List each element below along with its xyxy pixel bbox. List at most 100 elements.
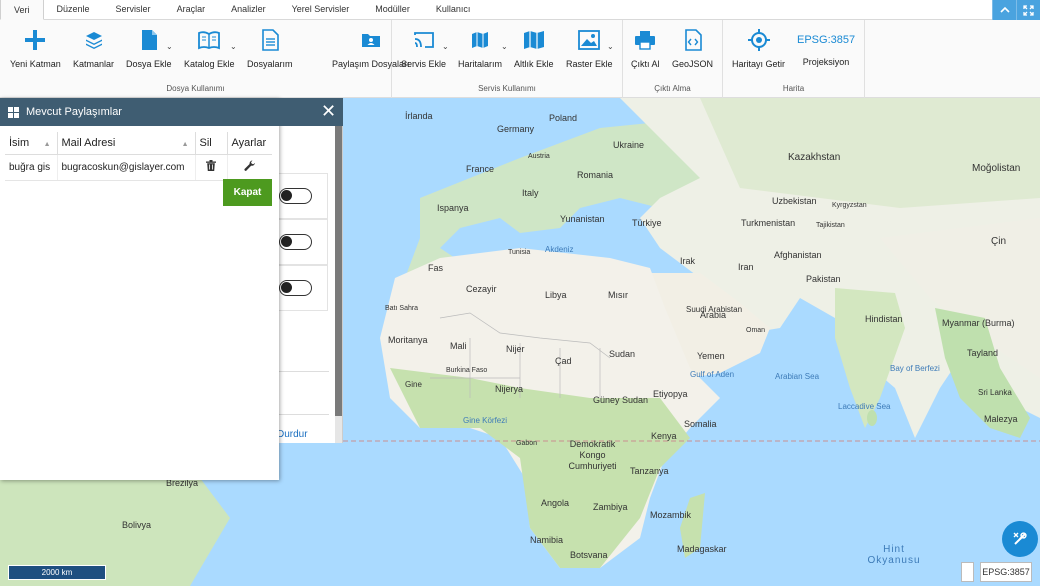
map-icon [472,32,488,48]
dialog-header: Mevcut Paylaşımlar ✕ [0,98,343,126]
map-label: Fas [428,263,444,273]
sort-icon: ▲ [43,141,51,148]
map-label: Mısır [608,290,628,300]
shares-table: İsim ▲ Mail Adresi ▲ Sil Ayarlar buğra gis… [5,132,272,181]
chevron-down-icon[interactable]: ⌄ [166,42,173,51]
map-label: Cezayir [466,284,497,294]
map-label: France [466,164,495,174]
durdur-link[interactable]: Durdur [277,429,308,440]
dosyalarim-button[interactable]: Dosyalarım [247,28,293,69]
chevron-down-icon[interactable]: ⌄ [501,42,508,51]
map-label: Tanzanya [630,466,669,476]
yeni-katman-button[interactable]: Yeni Katman [10,28,61,69]
tab-yerel-servisler[interactable]: Yerel Servisler [279,0,363,19]
map-label: Bolivya [122,520,152,530]
map-label: Kazakhstan [788,152,841,163]
map-label: Afghanistan [774,250,822,260]
shares-dialog: Mevcut Paylaşımlar ✕ İsim ▲ Mail Adresi ▲ … [0,98,343,480]
column-header-isim[interactable]: İsim ▲ [5,132,58,155]
map-label: Zambiya [593,502,628,512]
map-label: Kyrgyzstan [832,202,867,209]
chevron-down-icon[interactable]: ⌄ [607,42,614,51]
kapat-button[interactable]: Kapat [223,179,272,206]
visibility-toggle[interactable] [279,234,312,250]
epsg-code: EPSG:3857 [797,34,856,46]
tools-fab-button[interactable] [1002,521,1038,557]
map-label: Namibia [530,535,564,545]
tab-bar: Veri Düzenle Servisler Araçlar Analizler… [0,0,1040,20]
katalog-ekle-button[interactable]: Katalog Ekle [184,28,235,69]
close-icon[interactable]: ✕ [321,102,336,120]
map-label: Demokratik Kongo Cumhuriyeti [568,439,617,471]
layers-icon [85,32,102,49]
tab-kullanici[interactable]: Kullanıcı [423,0,484,19]
tools-icon [1013,532,1027,545]
cikti-al-button[interactable]: Çıktı Al [631,28,660,69]
map-label: Austria [528,153,550,160]
tab-araclar[interactable]: Araçlar [164,0,219,19]
chevron-up-icon [999,6,1010,13]
sea-label: Gine Körfezi [463,416,508,425]
map-label: Güney Sudan [593,395,649,405]
visibility-toggle[interactable] [279,280,312,296]
settings-button[interactable] [227,154,272,181]
map-label: Oman [746,327,766,334]
map-label: Gine [405,380,422,389]
map-label: Nijerya [495,384,524,394]
altlik-ekle-button[interactable]: Altlık Ekle [514,28,554,69]
dosya-ekle-button[interactable]: Dosya Ekle [126,28,172,69]
tab-duzenle[interactable]: Düzenle [44,0,103,19]
map-label: Turkmenistan [741,218,796,228]
map-label: Yunanistan [560,214,605,224]
cell-email: bugracoskun@gislayer.com [57,154,196,181]
plus-icon [25,30,46,50]
geojson-button[interactable]: GeoJSON [672,28,713,69]
dosya-ekle-label: Dosya Ekle [126,59,172,69]
map-label: Yemen [697,351,725,361]
group-cikti-alma: Çıktı Al GeoJSON Çıktı Alma [623,20,723,98]
group-label-dosya: Dosya Kullanımı [166,84,225,93]
tab-servisler[interactable]: Servisler [103,0,164,19]
visibility-toggle[interactable] [279,188,312,204]
tab-analizler[interactable]: Analizler [218,0,279,19]
haritayi-getir-button[interactable]: Haritayı Getir [732,28,785,69]
projeksiyon-button[interactable]: EPSG:3857 Projeksiyon [797,28,855,67]
column-header-sil[interactable]: Sil [195,132,228,155]
sea-label: Hint Okyanusu [867,544,921,566]
raster-ekle-button[interactable]: Raster Ekle [566,28,613,69]
katmanlar-button[interactable]: Katmanlar [73,28,114,69]
map-label: Iran [738,262,754,272]
map-label: Poland [549,113,578,123]
column-header-ayarlar[interactable]: Ayarlar [227,132,272,155]
basemap-icon [523,31,544,49]
dialog-title: Mevcut Paylaşımlar [26,106,122,118]
tab-moduller[interactable]: Modüller [362,0,423,19]
dosyalarim-label: Dosyalarım [247,59,293,69]
delete-button[interactable] [195,154,228,181]
map-label: Burkina Faso [446,367,488,374]
chevron-down-icon[interactable]: ⌄ [230,42,237,51]
map-label: Arabia [700,310,727,320]
column-header-mail[interactable]: Mail Adresi ▲ [57,132,196,155]
map-label: Moğolistan [972,163,1021,174]
altlik-ekle-label: Altlık Ekle [514,59,554,69]
map-label: Tajikistan [816,222,845,229]
collapse-ribbon-button[interactable] [992,0,1016,20]
book-open-icon [198,31,221,50]
file-icon [141,30,157,50]
panel-scrollbar[interactable] [335,124,342,443]
fullscreen-button[interactable] [1016,0,1040,20]
map-control-box[interactable] [961,562,974,582]
chevron-down-icon[interactable]: ⌄ [442,42,449,51]
map-label: Gabon [516,440,538,447]
expand-icon [1023,4,1034,16]
haritalarim-button[interactable]: Haritalarım [458,28,502,69]
tab-veri[interactable]: Veri [0,0,44,20]
sort-icon: ▲ [181,141,189,148]
code-file-icon [684,29,702,51]
ribbon-toolbar: Yeni Katman Katmanlar Dosya Ekle ⌄ Katal… [0,20,1040,98]
map-label: Türkiye [632,218,662,228]
servis-ekle-button[interactable]: Servis Ekle [401,28,446,69]
map-label: Kenya [651,431,677,441]
trash-icon [206,160,216,171]
